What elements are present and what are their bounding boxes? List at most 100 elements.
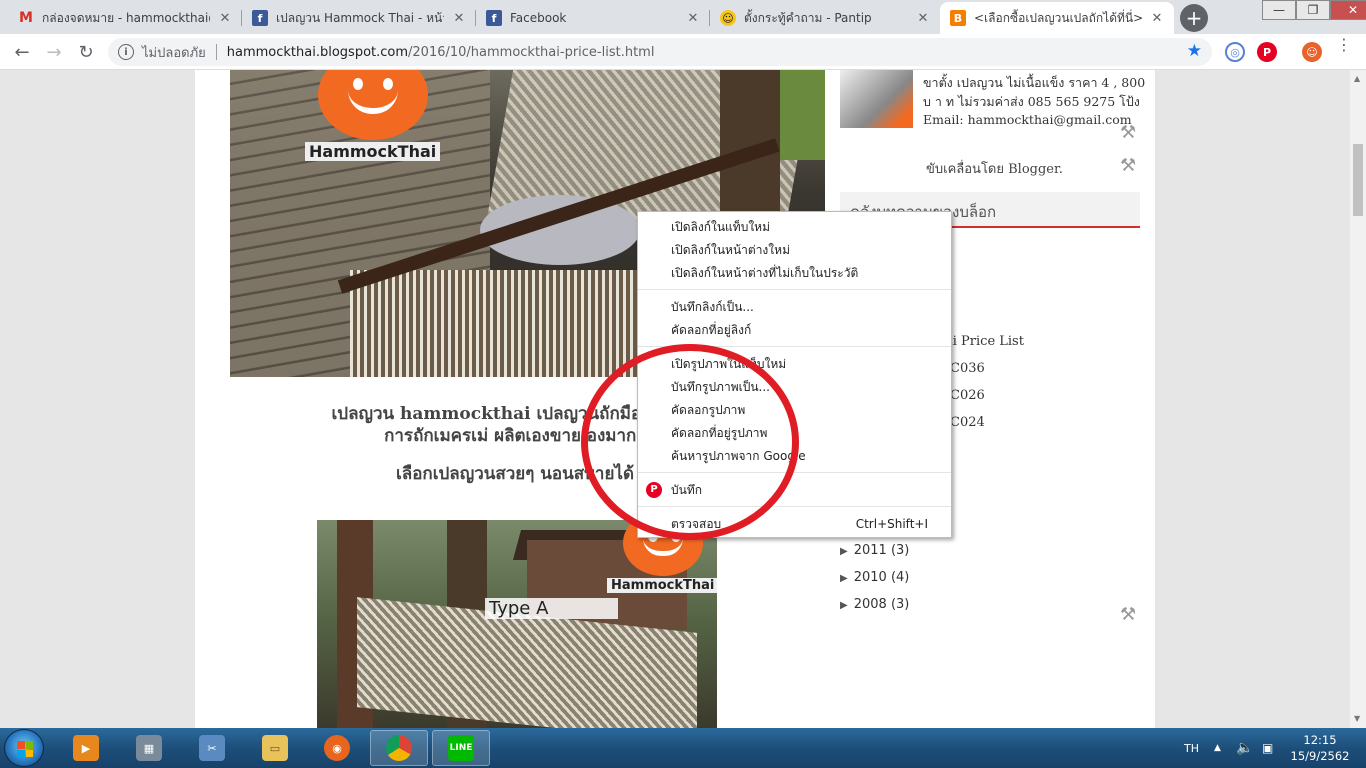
logo-eye <box>382 78 393 90</box>
volume-icon[interactable]: 🔈 <box>1236 728 1253 768</box>
menu-copy-image-address[interactable]: คัดลอกที่อยู่รูปภาพ <box>671 423 767 443</box>
taskbar-line[interactable]: LINE <box>432 730 490 766</box>
scroll-down-icon[interactable]: ▼ <box>1354 714 1360 723</box>
menu-separator <box>638 472 951 473</box>
taskbar-file-explorer[interactable]: ▭ <box>246 730 304 766</box>
media-player-icon: ▶ <box>73 735 99 761</box>
menu-open-link-incognito[interactable]: เปิดลิงก์ในหน้าต่างที่ไม่เก็บในประวัติ <box>671 263 858 283</box>
taskbar-chrome[interactable] <box>370 730 428 766</box>
avatar-extension-icon[interactable]: ☺ <box>1302 42 1322 62</box>
year-count: (3) <box>890 543 910 558</box>
language-indicator[interactable]: TH <box>1184 728 1199 768</box>
start-button[interactable] <box>4 729 44 767</box>
tab-facebook-page[interactable]: f เปลญวน Hammock Thai - หน้าห ✕ <box>242 2 476 34</box>
archive-year-2011[interactable]: ▶ 2011 (3) <box>840 543 909 558</box>
tab-close-icon[interactable]: ✕ <box>916 11 930 26</box>
new-tab-button[interactable]: + <box>1180 4 1208 32</box>
bookmark-star-icon[interactable]: ★ <box>1187 41 1202 61</box>
menu-search-image-google[interactable]: ค้นหารูปภาพจาก Google <box>671 446 806 466</box>
tab-facebook[interactable]: f Facebook ✕ <box>476 2 710 34</box>
facebook-icon: f <box>252 10 268 26</box>
expand-triangle-icon[interactable]: ▶ <box>840 573 848 584</box>
clock-time: 12:15 <box>1303 733 1337 747</box>
expand-triangle-icon[interactable]: ▶ <box>840 600 848 611</box>
browser-toolbar: ← → ↻ i ไม่ปลอดภัย hammockthai.blogspot.… <box>0 34 1366 70</box>
tab-close-icon[interactable]: ✕ <box>1150 11 1164 26</box>
url-host: hammockthai.blogspot.com <box>226 44 409 60</box>
tab-title: Facebook <box>510 11 567 25</box>
profile-thumbnail[interactable] <box>840 70 913 128</box>
photo-label: Type A <box>485 598 619 619</box>
taskbar-media-player[interactable]: ▶ <box>57 730 115 766</box>
archive-post-link[interactable]: ai Price List <box>945 334 1024 349</box>
archive-year-2008[interactable]: ▶ 2008 (3) <box>840 597 909 612</box>
scroll-up-icon[interactable]: ▲ <box>1354 74 1360 83</box>
taskbar-snipping-tool[interactable]: ✂ <box>183 730 241 766</box>
tab-pantip[interactable]: ☺ ตั้งกระทู้คำถาม - Pantip ✕ <box>710 2 940 34</box>
page-scrollbar[interactable]: ▲ ▼ <box>1350 70 1366 728</box>
menu-save-image-as[interactable]: บันทึกรูปภาพเป็น... <box>671 377 770 397</box>
firefox-icon: ◉ <box>324 735 350 761</box>
powered-by-blogger[interactable]: ขับเคลื่อนโดย Blogger. <box>926 158 1063 179</box>
calculator-icon: ▦ <box>136 735 162 761</box>
logo-smile <box>347 90 398 114</box>
pinterest-icon: P <box>646 482 662 498</box>
security-label[interactable]: ไม่ปลอดภัย <box>142 42 206 63</box>
system-clock[interactable]: 12:15 15/9/2562 <box>1282 732 1358 764</box>
tab-title: <เลือกซื้อเปลญวนเปลถักได้ที่นี่> - <box>974 10 1142 25</box>
archive-post-link[interactable]: C024 <box>950 415 985 430</box>
hammock-photo-2[interactable]: Type A HammockThai <box>317 520 717 728</box>
minimize-button[interactable]: — <box>1262 0 1296 20</box>
reload-button[interactable]: ↻ <box>74 40 98 64</box>
menu-item-label: ตรวจสอบ <box>671 517 722 531</box>
back-button[interactable]: ← <box>10 40 34 64</box>
network-icon[interactable]: ▣ <box>1262 728 1273 768</box>
menu-separator <box>638 506 951 507</box>
menu-copy-link-address[interactable]: คัดลอกที่อยู่ลิงก์ <box>671 320 751 340</box>
logo-smile <box>642 538 683 556</box>
archive-year-2010[interactable]: ▶ 2010 (4) <box>840 570 909 585</box>
context-menu: เปิดลิงก์ในแท็บใหม่ เปิดลิงก์ในหน้าต่างใ… <box>637 211 952 538</box>
menu-open-link-new-window[interactable]: เปิดลิงก์ในหน้าต่างใหม่ <box>671 240 790 260</box>
info-icon[interactable]: i <box>118 44 134 60</box>
window-close-button[interactable]: ✕ <box>1330 0 1366 20</box>
archive-post-link[interactable]: C026 <box>950 388 985 403</box>
tab-blogger-active[interactable]: B <เลือกซื้อเปลญวนเปลถักได้ที่นี่> - ✕ <box>940 2 1174 34</box>
edit-widget-icon[interactable]: ⚒ <box>1120 604 1136 625</box>
forward-button[interactable]: → <box>42 40 66 64</box>
menu-item-label: บันทึก <box>671 483 702 497</box>
menu-save-link-as[interactable]: บันทึกลิงก์เป็น... <box>671 297 754 317</box>
tab-title: เปลญวน Hammock Thai - หน้าห <box>276 10 444 25</box>
browser-menu-icon[interactable]: ⋮ <box>1334 37 1354 53</box>
tab-close-icon[interactable]: ✕ <box>218 11 232 26</box>
edit-widget-icon[interactable]: ⚒ <box>1120 122 1136 143</box>
menu-open-link-new-tab[interactable]: เปิดลิงก์ในแท็บใหม่ <box>671 217 770 237</box>
lens-extension-icon[interactable]: ◎ <box>1225 42 1245 62</box>
window-controls: — ❐ ✕ <box>1262 0 1366 20</box>
pinterest-extension-icon[interactable]: P <box>1257 42 1277 62</box>
clock-date: 15/9/2562 <box>1290 749 1350 763</box>
menu-pinterest-save[interactable]: P บันทึก <box>646 480 702 500</box>
tab-close-icon[interactable]: ✕ <box>452 11 466 26</box>
expand-triangle-icon[interactable]: ▶ <box>840 546 848 557</box>
archive-post-link[interactable]: C036 <box>950 361 985 376</box>
taskbar-firefox[interactable]: ◉ <box>308 730 366 766</box>
menu-inspect[interactable]: ตรวจสอบ Ctrl+Shift+I <box>671 514 928 534</box>
show-hidden-icons[interactable]: ▲ <box>1214 728 1221 768</box>
menu-copy-image[interactable]: คัดลอกรูปภาพ <box>671 400 745 420</box>
blogger-icon: B <box>950 10 966 26</box>
tab-close-icon[interactable]: ✕ <box>686 11 700 26</box>
edit-widget-icon[interactable]: ⚒ <box>1120 155 1136 176</box>
taskbar-calculator[interactable]: ▦ <box>120 730 178 766</box>
menu-open-image-new-tab[interactable]: เปิดรูปภาพในแท็บใหม่ <box>671 354 786 374</box>
address-bar[interactable]: i ไม่ปลอดภัย hammockthai.blogspot.com/20… <box>108 38 1212 66</box>
tab-gmail[interactable]: M กล่องจดหมาย - hammockthai@g ✕ <box>8 2 242 34</box>
gmail-icon: M <box>19 10 33 26</box>
folder-icon: ▭ <box>262 735 288 761</box>
year-count: (3) <box>890 597 910 612</box>
maximize-button[interactable]: ❐ <box>1296 0 1330 20</box>
year-count: (4) <box>890 570 910 585</box>
windows-taskbar: ▶ ▦ ✂ ▭ ◉ LINE TH ▲ 🔈 ▣ 12:15 15/9/2562 <box>0 728 1366 768</box>
snipping-tool-icon: ✂ <box>199 735 225 761</box>
scrollbar-thumb[interactable] <box>1353 144 1363 216</box>
